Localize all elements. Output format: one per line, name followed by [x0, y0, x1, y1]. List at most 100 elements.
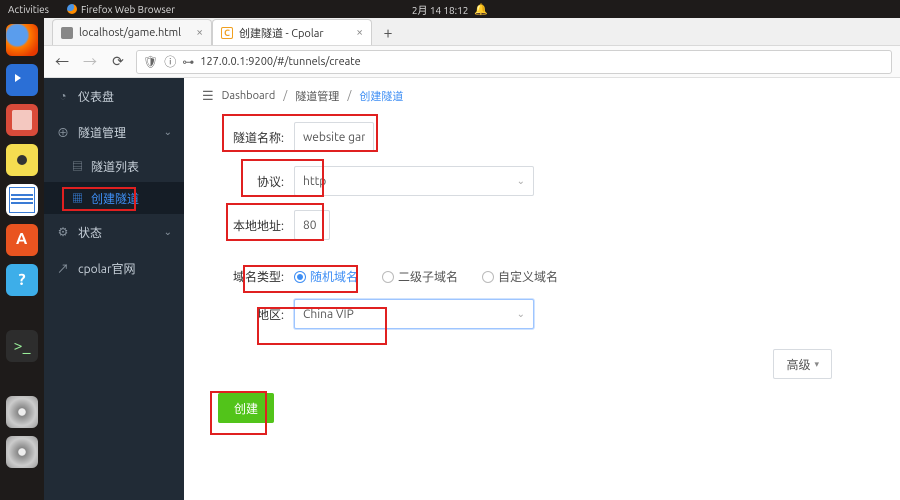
external-link-icon: ↗ — [56, 260, 70, 277]
gnome-panel: Activities Firefox Web Browser 2月 14 18:… — [0, 0, 900, 18]
sidebar-item-official-site[interactable]: ↗ cpolar官网 — [44, 250, 184, 286]
sidebar-item-status[interactable]: ⚙ 状态 ⌄ — [44, 214, 184, 250]
radio-dot-icon — [382, 271, 394, 283]
crumb-dashboard[interactable]: Dashboard — [222, 90, 276, 102]
browser-window: localhost/game.html × C 创建隧道 - Cpolar × … — [44, 18, 900, 500]
app-indicator[interactable]: Firefox Web Browser — [67, 4, 175, 15]
url-bar[interactable]: 🛡 ⓘ ⊶ 127.0.0.1:9200/#/tunnels/create — [136, 50, 892, 74]
app-indicator-label: Firefox Web Browser — [81, 4, 175, 15]
row-protocol: 协议: http ⌄ — [202, 166, 882, 196]
domain-type-label: 域名类型: — [202, 268, 294, 285]
back-button[interactable]: ← — [52, 52, 72, 72]
row-advanced: 高级 ▾ — [202, 349, 882, 379]
radio-dot-icon — [482, 271, 494, 283]
gauge-icon: ◔ — [56, 89, 70, 103]
local-address-input[interactable] — [294, 210, 330, 240]
sidebar-item-label: 隧道列表 — [91, 158, 139, 175]
activities-button[interactable]: Activities — [8, 4, 49, 15]
favicon-generic-icon — [61, 27, 73, 39]
domain-type-radio-group: 随机域名 二级子域名 自定义域名 — [294, 268, 558, 285]
dock-firefox-icon[interactable] — [6, 24, 38, 56]
region-value: China VIP — [303, 308, 354, 321]
tab-title: localhost/game.html — [79, 27, 181, 39]
sidebar-item-label: 仪表盘 — [78, 88, 114, 105]
url-text: 127.0.0.1:9200/#/tunnels/create — [200, 56, 360, 68]
crumb-current: 创建隧道 — [359, 88, 403, 104]
dock-files-icon[interactable] — [6, 104, 38, 136]
tab-cpolar-create[interactable]: C 创建隧道 - Cpolar × — [212, 19, 372, 45]
protocol-value: http — [303, 175, 326, 188]
radio-label: 自定义域名 — [498, 268, 558, 285]
row-tunnel-name: 隧道名称: — [202, 122, 882, 152]
tab-localhost-game[interactable]: localhost/game.html × — [52, 19, 212, 45]
notification-bell-icon[interactable]: 🔔 — [474, 3, 488, 16]
tab-close-icon[interactable]: × — [196, 26, 203, 39]
advanced-button[interactable]: 高级 ▾ — [773, 349, 832, 379]
new-tab-button[interactable]: + — [376, 21, 400, 45]
gear-icon: ⚙ — [56, 225, 70, 239]
chevron-down-icon: ⌄ — [164, 126, 172, 138]
sidebar-sub-tunnel-create[interactable]: ▦ 创建隧道 — [44, 182, 184, 214]
tab-title: 创建隧道 - Cpolar — [239, 25, 324, 41]
sidebar-sub-tunnel-list[interactable]: ▤ 隧道列表 — [44, 150, 184, 182]
tab-close-icon[interactable]: × — [356, 26, 363, 39]
main-area: ☰ Dashboard / 隧道管理 / 创建隧道 隧道名称: 协议: http… — [184, 78, 900, 500]
row-region: 地区: China VIP ⌄ — [202, 299, 882, 329]
dock-disc-icon-1[interactable] — [6, 396, 38, 428]
forward-button[interactable]: → — [80, 52, 100, 72]
create-button[interactable]: 创建 — [218, 393, 274, 423]
dock-terminal-icon[interactable]: >_ — [6, 330, 38, 362]
protocol-select[interactable]: http ⌄ — [294, 166, 534, 196]
reload-button[interactable]: ⟳ — [108, 52, 128, 72]
chevron-down-icon: ▾ — [814, 359, 819, 370]
sidebar-toggle-icon[interactable]: ☰ — [202, 89, 214, 104]
info-icon: ⓘ — [164, 53, 176, 70]
sidebar-item-label: 隧道管理 — [78, 124, 126, 141]
sidebar-item-tunnel-mgmt[interactable]: ⊕ 隧道管理 ⌄ — [44, 114, 184, 150]
firefox-indicator-icon — [67, 4, 77, 14]
region-label: 地区: — [202, 306, 294, 323]
chevron-down-icon: ⌄ — [517, 308, 525, 320]
shield-icon: 🛡 — [143, 55, 158, 69]
advanced-button-label: 高级 — [786, 356, 810, 373]
breadcrumb: ☰ Dashboard / 隧道管理 / 创建隧道 — [202, 88, 882, 104]
dock-libreoffice-writer-icon[interactable] — [6, 184, 38, 216]
radio-custom-domain[interactable]: 自定义域名 — [482, 268, 558, 285]
dock-disc-icon-2[interactable] — [6, 436, 38, 468]
tunnel-name-label: 隧道名称: — [202, 129, 294, 146]
clock[interactable]: 2月 14 18:12 — [412, 2, 469, 17]
radio-label: 二级子域名 — [398, 268, 458, 285]
sidebar-item-label: 创建隧道 — [91, 190, 139, 207]
globe-icon: ⊕ — [56, 124, 70, 141]
row-local-address: 本地地址: — [202, 210, 882, 240]
list-icon: ▤ — [72, 158, 83, 174]
cpolar-sidebar: ◔ 仪表盘 ⊕ 隧道管理 ⌄ ▤ 隧道列表 ▦ 创建隧道 ⚙ 状态 ⌄ — [44, 78, 184, 500]
radio-label: 随机域名 — [310, 268, 358, 285]
key-icon: ⊶ — [182, 55, 194, 69]
row-submit: 创建 — [218, 393, 882, 423]
chevron-down-icon: ⌄ — [164, 226, 172, 238]
crumb-tunnel-mgmt[interactable]: 隧道管理 — [295, 88, 339, 104]
sidebar-item-dashboard[interactable]: ◔ 仪表盘 — [44, 78, 184, 114]
grid-icon: ▦ — [72, 190, 83, 206]
local-address-label: 本地地址: — [202, 217, 294, 234]
region-select[interactable]: China VIP ⌄ — [294, 299, 534, 329]
row-domain-type: 域名类型: 随机域名 二级子域名 自定义域名 — [202, 268, 882, 285]
radio-dot-icon — [294, 271, 306, 283]
dock-rhythmbox-icon[interactable] — [6, 144, 38, 176]
tab-strip: localhost/game.html × C 创建隧道 - Cpolar × … — [44, 18, 900, 46]
chevron-down-icon: ⌄ — [517, 175, 525, 187]
sidebar-item-label: 状态 — [78, 224, 102, 241]
tunnel-name-input[interactable] — [294, 122, 374, 152]
sidebar-item-label: cpolar官网 — [78, 260, 136, 277]
radio-second-level-domain[interactable]: 二级子域名 — [382, 268, 458, 285]
dock-ubuntu-software-icon[interactable] — [6, 224, 38, 256]
toolbar: ← → ⟳ 🛡 ⓘ ⊶ 127.0.0.1:9200/#/tunnels/cre… — [44, 46, 900, 78]
radio-random-domain[interactable]: 随机域名 — [294, 268, 358, 285]
dock-thunderbird-icon[interactable] — [6, 64, 38, 96]
ubuntu-dock: ? >_ — [0, 18, 44, 500]
page-content: ◔ 仪表盘 ⊕ 隧道管理 ⌄ ▤ 隧道列表 ▦ 创建隧道 ⚙ 状态 ⌄ — [44, 78, 900, 500]
dock-help-icon[interactable]: ? — [6, 264, 38, 296]
protocol-label: 协议: — [202, 173, 294, 190]
favicon-cpolar-icon: C — [221, 27, 233, 39]
